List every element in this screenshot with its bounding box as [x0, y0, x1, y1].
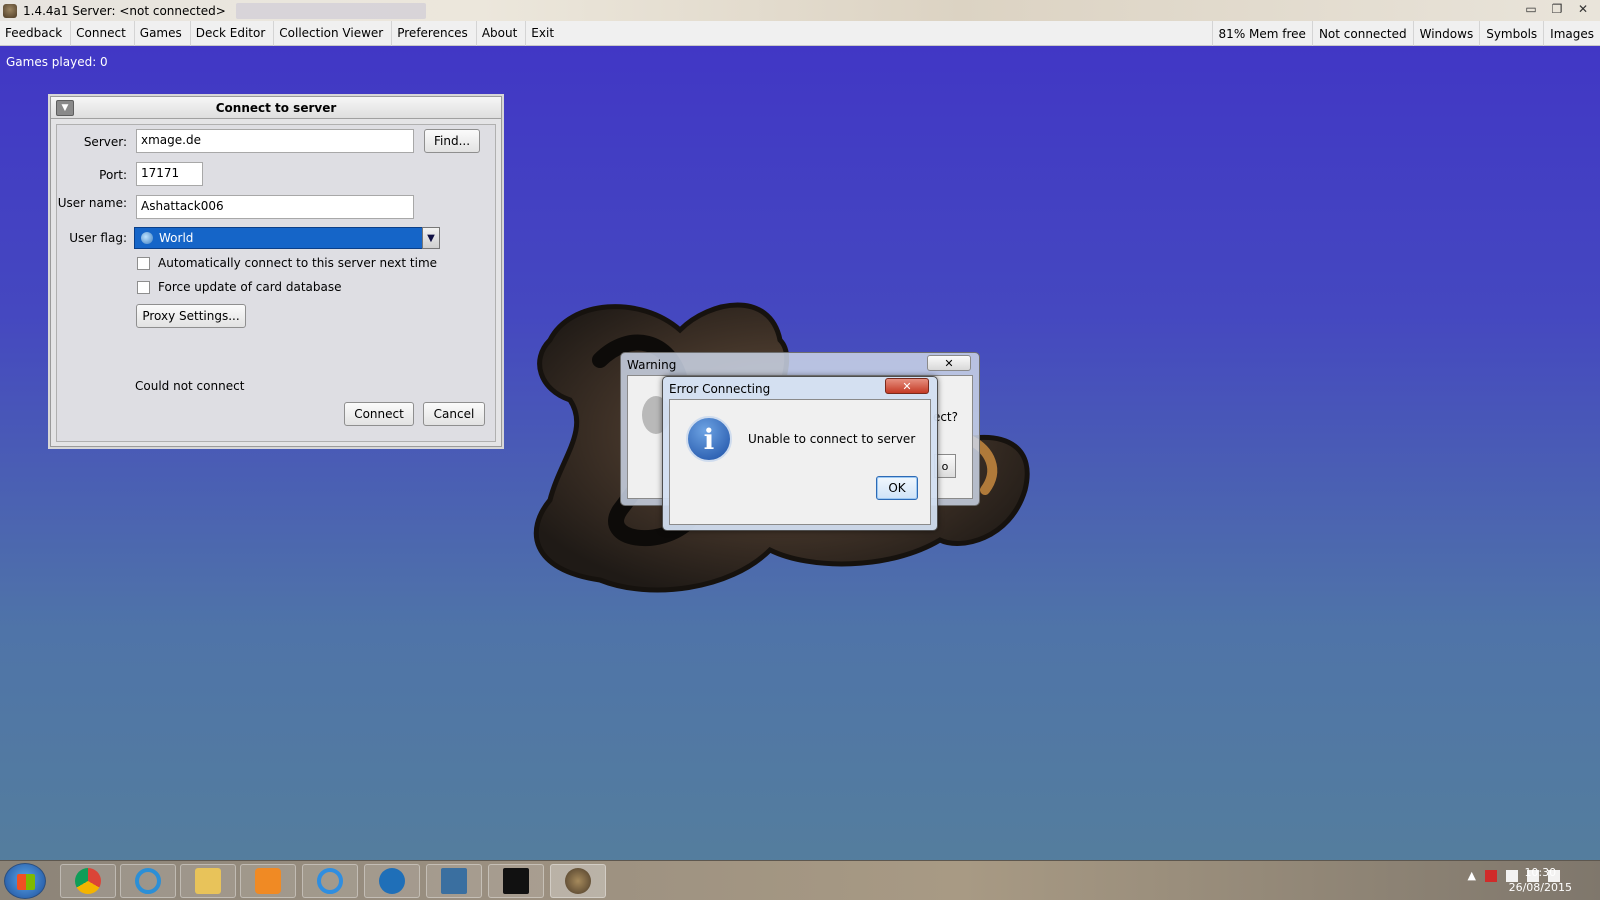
force-update-label: Force update of card database	[158, 280, 342, 294]
menu-images[interactable]: Images	[1543, 21, 1600, 46]
window-title: 1.4.4a1 Server: <not connected>	[23, 3, 226, 18]
connect-dialog-body: Server: xmage.de Find... Port: 17171 Use…	[56, 124, 496, 442]
folder-icon	[195, 868, 221, 894]
cancel-button[interactable]: Cancel	[423, 402, 485, 426]
taskbar-xmage[interactable]	[550, 864, 606, 898]
menu-deck-editor[interactable]: Deck Editor	[191, 20, 275, 46]
connect-to-server-dialog: ▼ Connect to server Server: xmage.de Fin…	[50, 96, 502, 447]
error-content: i Unable to connect to server OK	[669, 399, 931, 525]
menu-feedback[interactable]: Feedback	[0, 20, 72, 46]
cmd-icon	[503, 868, 529, 894]
connection-status: Not connected	[1311, 21, 1413, 46]
auto-connect-row[interactable]: Automatically connect to this server nex…	[137, 256, 437, 270]
menubar: Feedback Connect Games Deck Editor Colle…	[0, 20, 1600, 46]
tray-expand-icon[interactable]: ▲	[1468, 869, 1476, 882]
menu-symbols[interactable]: Symbols	[1479, 21, 1543, 46]
taskbar-chrome[interactable]	[60, 864, 116, 898]
clock-time: 10:30	[1524, 866, 1557, 879]
server-label: Server:	[83, 135, 127, 149]
taskbar-clock[interactable]: 10:30 26/08/2015	[1509, 865, 1572, 895]
computer-icon	[441, 868, 467, 894]
ok-button[interactable]: OK	[876, 476, 918, 500]
taskbar-media[interactable]	[240, 864, 296, 898]
windows-flag-icon	[17, 874, 35, 890]
window-titlebar: 1.4.4a1 Server: <not connected> ▭ ❐ ✕	[0, 0, 1600, 21]
start-button[interactable]	[4, 863, 46, 899]
taskbar-explorer[interactable]	[180, 864, 236, 898]
xmage-app-icon	[3, 3, 17, 18]
connection-status-text: Could not connect	[135, 379, 245, 393]
port-input[interactable]: 17171	[136, 162, 203, 186]
ie-icon	[317, 868, 343, 894]
minimize-button[interactable]: ▭	[1518, 0, 1544, 18]
xmage-icon	[565, 868, 591, 894]
proxy-settings-button[interactable]: Proxy Settings...	[136, 304, 246, 328]
menu-windows[interactable]: Windows	[1412, 21, 1480, 46]
find-button[interactable]: Find...	[424, 129, 480, 153]
menu-connect[interactable]: Connect	[71, 20, 135, 46]
close-window-button[interactable]: ✕	[1570, 0, 1596, 18]
connect-button[interactable]: Connect	[344, 402, 414, 426]
media-player-icon	[255, 868, 281, 894]
taskbar: ▲ 10:30 26/08/2015	[0, 860, 1600, 900]
games-played-label: Games played: 0	[6, 55, 108, 69]
error-close-button[interactable]: ✕	[885, 378, 929, 394]
window-controls: ▭ ❐ ✕	[1518, 0, 1596, 18]
collapse-chevron-icon[interactable]: ▼	[56, 100, 74, 116]
chrome-icon	[75, 868, 101, 894]
taskbar-sync[interactable]	[120, 864, 176, 898]
auto-connect-checkbox[interactable]	[137, 256, 150, 270]
taskbar-dell[interactable]	[364, 864, 420, 898]
taskbar-cmd[interactable]	[488, 864, 544, 898]
error-connecting-dialog: Error Connecting ✕ i Unable to connect t…	[662, 376, 938, 531]
force-update-checkbox[interactable]	[137, 280, 150, 294]
menu-collection-viewer[interactable]: Collection Viewer	[274, 20, 393, 46]
info-icon: i	[686, 416, 732, 462]
connect-dialog-title: Connect to server	[215, 100, 337, 115]
username-label: User name:	[57, 196, 127, 210]
menubar-right: 81% Mem free Not connected Windows Symbo…	[1211, 21, 1600, 46]
error-title: Error Connecting	[669, 382, 771, 396]
port-label: Port:	[99, 168, 127, 182]
userflag-label: User flag:	[69, 231, 127, 245]
sync-icon	[135, 868, 161, 894]
userflag-value: World	[159, 231, 194, 245]
server-input[interactable]: xmage.de	[136, 129, 414, 153]
username-input[interactable]: Ashattack006	[136, 195, 414, 219]
menu-preferences[interactable]: Preferences	[392, 20, 477, 46]
globe-icon	[141, 232, 153, 244]
menu-games[interactable]: Games	[135, 20, 191, 46]
browser-tab-strip	[235, 2, 426, 19]
error-message: Unable to connect to server	[748, 432, 916, 446]
force-update-row[interactable]: Force update of card database	[137, 280, 342, 294]
menu-about[interactable]: About	[477, 20, 527, 46]
connect-dialog-header: ▼ Connect to server	[51, 97, 501, 119]
dell-icon	[379, 868, 405, 894]
taskbar-computer[interactable]	[426, 864, 482, 898]
antivirus-icon[interactable]	[1485, 869, 1497, 882]
warning-title: Warning	[627, 358, 677, 372]
menu-exit[interactable]: Exit	[526, 21, 562, 46]
taskbar-ie[interactable]	[302, 864, 358, 898]
warning-close-button[interactable]: ✕	[927, 355, 971, 371]
memory-status: 81% Mem free	[1211, 21, 1312, 46]
maximize-button[interactable]: ❐	[1544, 0, 1570, 18]
clock-date: 26/08/2015	[1508, 881, 1572, 894]
userflag-select[interactable]: World ▼	[134, 227, 440, 249]
auto-connect-label: Automatically connect to this server nex…	[158, 256, 438, 270]
dropdown-arrow-icon[interactable]: ▼	[422, 227, 440, 249]
